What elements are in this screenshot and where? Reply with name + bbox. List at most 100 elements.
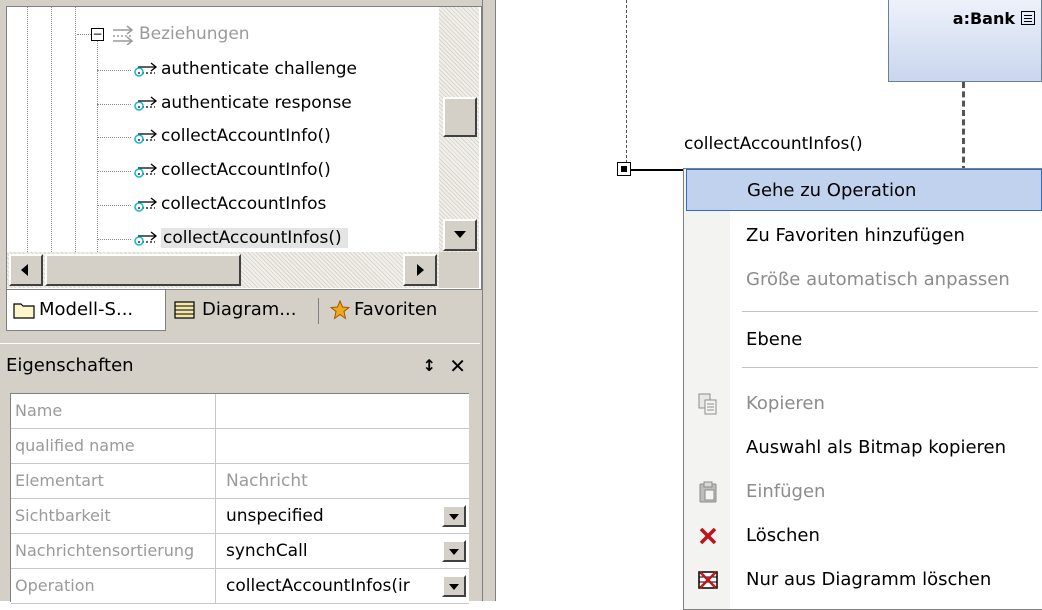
property-row: Operation collectAccountInfos(ir (11, 569, 469, 604)
property-value[interactable] (226, 429, 440, 463)
tree-item-selected[interactable]: collectAccountInfos() (133, 223, 348, 252)
properties-title: Eigenschaften (6, 355, 134, 376)
delete-x-icon (699, 527, 717, 545)
tab-favorites[interactable]: Favoriten (324, 290, 480, 330)
menu-item-add-favorites[interactable]: Zu Favoriten hinzufügen (686, 215, 1042, 257)
menu-item-label: Zu Favoriten hinzufügen (746, 225, 965, 246)
menu-item-delete[interactable]: Löschen (686, 515, 1042, 557)
compartment-icon (1021, 11, 1035, 25)
property-key: Elementart (11, 464, 216, 498)
property-key: Name (11, 394, 216, 428)
menu-item-label: Größe automatisch anpassen (746, 269, 1010, 290)
menu-item-paste[interactable]: Einfügen (686, 471, 1042, 513)
tree-item[interactable]: collectAccountInfos (133, 189, 326, 219)
property-row: Nachrichtensortierung synchCall (11, 534, 469, 569)
copy-icon (698, 393, 717, 415)
tab-label: Diagram... (202, 299, 297, 320)
tree-group-label: Beziehungen (139, 24, 250, 44)
menu-item-label: Einfügen (746, 481, 826, 502)
tree-item[interactable]: collectAccountInfo() (133, 121, 331, 151)
message-arrow[interactable] (630, 169, 686, 171)
chevron-down-icon (449, 549, 459, 555)
chevron-down-icon (449, 514, 459, 520)
context-menu: Gehe zu Operation Zu Favoriten hinzufüge… (683, 168, 1042, 610)
property-key: qualified name (11, 429, 216, 463)
properties-header: Eigenschaften ↕ ✕ (0, 343, 480, 387)
tree-item-label: collectAccountInfo() (161, 126, 331, 146)
relations-icon (113, 25, 134, 45)
tree-item-label: collectAccountInfo() (161, 160, 331, 180)
lifeline-object-bank[interactable]: a:Bank (888, 0, 1042, 82)
scroll-down-button[interactable] (443, 219, 477, 251)
scroll-left-button[interactable] (9, 254, 43, 286)
tree-group-beziehungen[interactable]: Beziehungen (111, 19, 250, 49)
message-sort-select[interactable]: synchCall (226, 534, 440, 568)
tree-guide (97, 137, 131, 138)
property-value[interactable] (226, 394, 440, 428)
tree-guide (51, 7, 52, 252)
arrow-left-icon (21, 264, 28, 276)
tree-horizontal-scrollbar[interactable] (7, 252, 439, 288)
tree-guide (77, 34, 91, 35)
scroll-right-button[interactable] (403, 254, 437, 286)
tree-item[interactable]: authenticate challenge (133, 54, 357, 84)
tree-item[interactable]: authenticate response (133, 88, 352, 118)
tree-vertical-scrollbar[interactable] (439, 7, 479, 252)
dropdown-button[interactable] (442, 575, 466, 597)
tab-label: Modell-S... (39, 299, 134, 320)
menu-item-label: Ebene (746, 329, 803, 350)
scroll-thumb[interactable] (45, 254, 241, 286)
dropdown-button[interactable] (442, 505, 466, 527)
message-icon (134, 96, 158, 111)
model-tree[interactable]: − Beziehungen authenticate challenge aut… (6, 6, 482, 290)
menu-item-label: Nur aus Diagramm löschen (746, 569, 992, 590)
property-key: Sichtbarkeit (11, 499, 216, 533)
tab-diagram-tree[interactable]: Diagram... (166, 290, 316, 330)
scroll-corner (439, 252, 479, 288)
property-row: Name (11, 394, 469, 429)
close-icon[interactable]: ✕ (449, 344, 466, 388)
pin-icon[interactable]: ↕ (423, 344, 436, 388)
star-icon (330, 300, 350, 320)
message-icon (134, 163, 158, 178)
menu-item-label: Löschen (746, 525, 820, 546)
menu-item-copy-bitmap[interactable]: Auswahl als Bitmap kopieren (686, 427, 1042, 469)
message-label[interactable]: collectAccountInfos() (684, 134, 863, 154)
menu-item-delete-from-diagram[interactable]: Nur aus Diagramm löschen (686, 559, 1042, 601)
property-row: qualified name (11, 429, 469, 464)
collapse-toggle[interactable]: − (91, 28, 104, 41)
operation-select[interactable]: collectAccountInfos(ir (226, 569, 440, 603)
tree-item-label: authenticate response (161, 93, 352, 113)
selection-handle[interactable] (617, 162, 631, 176)
tree-guide (75, 7, 76, 252)
tree-viewport: − Beziehungen authenticate challenge aut… (7, 7, 439, 252)
message-icon (134, 129, 158, 144)
menu-item-autosize[interactable]: Größe automatisch anpassen (686, 259, 1042, 301)
tab-model-structure[interactable]: Modell-S... (6, 290, 166, 331)
menu-item-label: Gehe zu Operation (747, 180, 917, 201)
tree-item-label: collectAccountInfos (161, 194, 327, 214)
menu-item-layer[interactable]: Ebene (686, 319, 1042, 361)
diagram-icon (174, 301, 195, 319)
menu-item-label: Kopieren (746, 393, 825, 414)
tree-guide (97, 104, 131, 105)
tree-item[interactable]: collectAccountInfo() (133, 155, 331, 185)
dropdown-button[interactable] (442, 540, 466, 562)
lifeline (962, 82, 965, 172)
paste-icon (699, 481, 717, 503)
property-row: Elementart Nachricht (11, 464, 469, 499)
menu-item-goto-operation[interactable]: Gehe zu Operation (686, 169, 1042, 211)
tree-item-label: authenticate challenge (161, 59, 358, 79)
scroll-thumb[interactable] (443, 97, 477, 137)
panel-splitter[interactable] (482, 0, 496, 601)
menu-item-copy[interactable]: Kopieren (686, 383, 1042, 425)
visibility-select[interactable]: unspecified (226, 499, 440, 533)
panel-tabs: Modell-S... Diagram... Favoriten (6, 290, 480, 334)
left-panel: − Beziehungen authenticate challenge aut… (0, 0, 482, 604)
lifeline (626, 0, 627, 168)
message-icon (134, 62, 158, 77)
message-icon (134, 197, 158, 212)
tab-divider (318, 298, 319, 324)
tree-item-label: collectAccountInfos() (161, 228, 348, 248)
delete-from-diagram-icon (698, 571, 718, 589)
